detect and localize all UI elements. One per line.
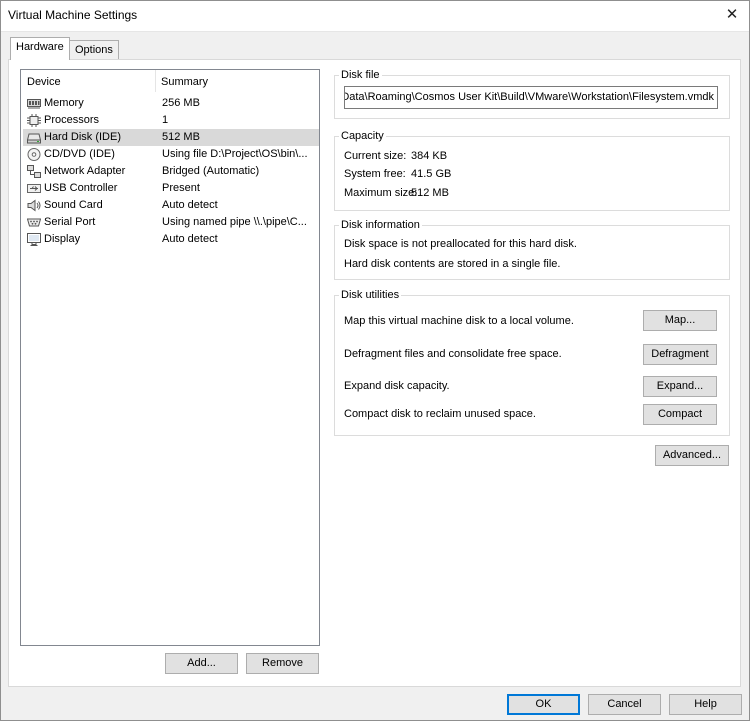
device-summary: Present [162, 182, 200, 194]
processor-icon [27, 114, 41, 127]
column-header-summary[interactable]: Summary [161, 76, 208, 94]
expand-button[interactable]: Expand... [643, 376, 717, 397]
device-summary: Bridged (Automatic) [162, 165, 260, 177]
disk-info-line-2: Hard disk contents are stored in a singl… [344, 258, 561, 270]
device-summary: Using named pipe \\.\pipe\C... [162, 216, 307, 228]
system-free-label: System free: [344, 168, 406, 180]
system-free-value: 41.5 GB [411, 168, 452, 180]
device-row-processors[interactable]: Processors 1 [23, 112, 319, 129]
compact-description: Compact disk to reclaim unused space. [344, 408, 536, 420]
serial-port-icon [27, 218, 41, 227]
title-bar: Virtual Machine Settings ✕ [0, 0, 750, 32]
map-button[interactable]: Map... [643, 310, 717, 331]
disk-information-label: Disk information [339, 219, 422, 231]
device-name: Serial Port [44, 216, 96, 228]
display-icon [27, 233, 41, 246]
device-summary: Auto detect [162, 199, 218, 211]
compact-button[interactable]: Compact [643, 404, 717, 425]
ok-button[interactable]: OK [507, 694, 580, 715]
disk-info-line-1: Disk space is not preallocated for this … [344, 238, 577, 250]
maximum-size-label: Maximum size: [344, 187, 418, 199]
tab-options[interactable]: Options [69, 40, 119, 61]
tab-hardware[interactable]: Hardware [10, 37, 70, 60]
device-name: Hard Disk (IDE) [44, 131, 122, 143]
device-list[interactable]: Device Summary Memory 256 MB Processors … [20, 69, 320, 646]
memory-icon [27, 99, 41, 109]
add-button[interactable]: Add... [165, 653, 238, 674]
defragment-description: Defragment files and consolidate free sp… [344, 348, 562, 360]
maximum-size-value: 512 MB [411, 187, 449, 199]
device-row-hard-disk[interactable]: Hard Disk (IDE) 512 MB [23, 129, 319, 146]
usb-icon [27, 184, 41, 193]
expand-description: Expand disk capacity. [344, 380, 450, 392]
disk-file-field[interactable]: Data\Roaming\Cosmos User Kit\Build\VMwar… [344, 86, 718, 109]
device-summary: Auto detect [162, 233, 218, 245]
hard-disk-icon [27, 133, 41, 144]
device-name: USB Controller [44, 182, 118, 194]
device-summary: 512 MB [162, 131, 200, 143]
device-row-usb-controller[interactable]: USB Controller Present [23, 180, 319, 197]
device-name: Network Adapter [44, 165, 126, 177]
column-separator [155, 70, 156, 92]
window-title: Virtual Machine Settings [8, 8, 138, 22]
device-summary: 256 MB [162, 97, 200, 109]
remove-button[interactable]: Remove [246, 653, 319, 674]
device-row-display[interactable]: Display Auto detect [23, 231, 319, 248]
current-size-label: Current size: [344, 150, 407, 162]
defragment-button[interactable]: Defragment [643, 344, 717, 365]
capacity-label: Capacity [339, 130, 386, 142]
disk-utilities-label: Disk utilities [339, 289, 402, 301]
disk-file-path: Data\Roaming\Cosmos User Kit\Build\VMwar… [344, 91, 714, 103]
device-name: Memory [44, 97, 84, 109]
map-description: Map this virtual machine disk to a local… [344, 315, 574, 327]
device-name: Sound Card [44, 199, 103, 211]
close-icon[interactable]: ✕ [714, 0, 750, 30]
tab-options-label: Options [75, 44, 113, 56]
cd-dvd-icon [27, 148, 41, 161]
column-header-device[interactable]: Device [27, 76, 61, 94]
help-button[interactable]: Help [669, 694, 742, 715]
device-name: CD/DVD (IDE) [44, 148, 115, 160]
device-row-network-adapter[interactable]: Network Adapter Bridged (Automatic) [23, 163, 319, 180]
speaker-icon [27, 199, 41, 212]
device-summary: 1 [162, 114, 169, 126]
tab-hardware-label: Hardware [16, 41, 64, 53]
device-row-serial-port[interactable]: Serial Port Using named pipe \\.\pipe\C.… [23, 214, 319, 231]
cancel-button[interactable]: Cancel [588, 694, 661, 715]
advanced-button[interactable]: Advanced... [655, 445, 729, 466]
device-row-memory[interactable]: Memory 256 MB [23, 95, 319, 112]
device-name: Processors [44, 114, 100, 126]
current-size-value: 384 KB [411, 150, 448, 162]
network-adapter-icon [27, 165, 41, 178]
device-row-cd-dvd[interactable]: CD/DVD (IDE) Using file D:\Project\OS\bi… [23, 146, 319, 163]
device-row-sound-card[interactable]: Sound Card Auto detect [23, 197, 319, 214]
disk-file-label: Disk file [339, 69, 382, 81]
disk-information-group [334, 225, 730, 280]
device-summary: Using file D:\Project\OS\bin\... [162, 148, 308, 160]
device-name: Display [44, 233, 81, 245]
